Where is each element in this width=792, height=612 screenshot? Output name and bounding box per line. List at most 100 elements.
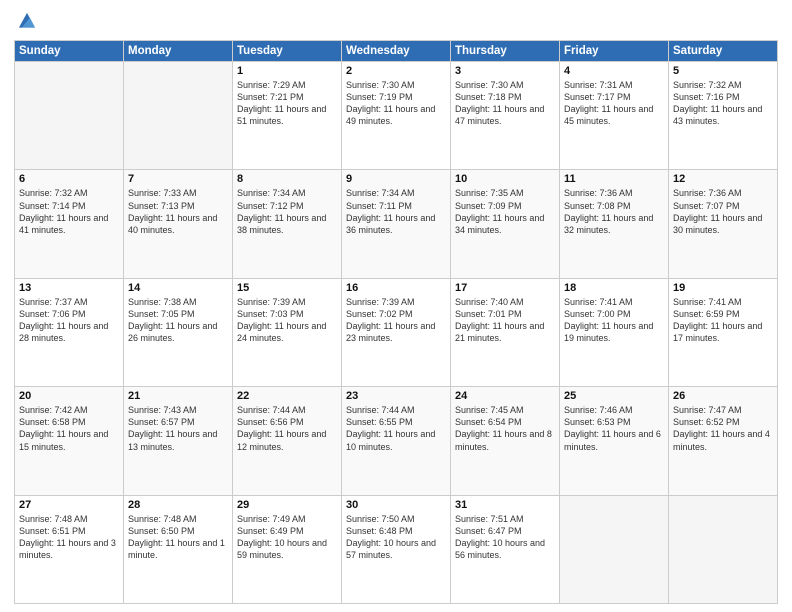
calendar-cell: 22 Sunrise: 7:44 AM Sunset: 6:56 PM Dayli… [233,387,342,495]
calendar-cell: 29 Sunrise: 7:49 AM Sunset: 6:49 PM Dayli… [233,495,342,603]
calendar-cell: 10 Sunrise: 7:35 AM Sunset: 7:09 PM Dayli… [451,170,560,278]
week-row-3: 13 Sunrise: 7:37 AM Sunset: 7:06 PM Dayli… [15,278,778,386]
day-number: 15 [237,282,337,294]
week-row-2: 6Sunrise: 7:32 AM Sunset: 7:14 PM Daylig… [15,170,778,278]
day-number: 22 [237,390,337,402]
day-info: Sunrise: 7:44 AM Sunset: 6:56 PM Dayligh… [237,404,337,453]
day-info: Sunrise: 7:32 AM Sunset: 7:14 PM Dayligh… [19,187,119,236]
weekday-header-tuesday: Tuesday [233,41,342,62]
calendar-cell: 26 Sunrise: 7:47 AM Sunset: 6:52 PM Dayli… [669,387,778,495]
calendar-cell: 20Sunrise: 7:42 AM Sunset: 6:58 PM Dayli… [15,387,124,495]
weekday-header-wednesday: Wednesday [342,41,451,62]
calendar-cell: 2Sunrise: 7:30 AM Sunset: 7:19 PM Daylig… [342,62,451,170]
calendar-cell: 19Sunrise: 7:41 AM Sunset: 6:59 PM Dayli… [669,278,778,386]
day-info: Sunrise: 7:29 AM Sunset: 7:21 PM Dayligh… [237,79,337,128]
calendar-cell: 8 Sunrise: 7:34 AM Sunset: 7:12 PM Daylig… [233,170,342,278]
day-number: 29 [237,499,337,511]
day-number: 16 [346,282,446,294]
day-info: Sunrise: 7:37 AM Sunset: 7:06 PM Dayligh… [19,296,119,345]
day-number: 30 [346,499,446,511]
day-info: Sunrise: 7:34 AM Sunset: 7:12 PM Dayligh… [237,187,337,236]
calendar-cell: 1Sunrise: 7:29 AM Sunset: 7:21 PM Daylig… [233,62,342,170]
day-info: Sunrise: 7:38 AM Sunset: 7:05 PM Dayligh… [128,296,228,345]
calendar-cell: 30 Sunrise: 7:50 AM Sunset: 6:48 PM Dayli… [342,495,451,603]
calendar-cell: 23Sunrise: 7:44 AM Sunset: 6:55 PM Dayli… [342,387,451,495]
week-row-5: 27 Sunrise: 7:48 AM Sunset: 6:51 PM Dayli… [15,495,778,603]
calendar-cell: 15 Sunrise: 7:39 AM Sunset: 7:03 PM Dayli… [233,278,342,386]
day-info: Sunrise: 7:36 AM Sunset: 7:07 PM Dayligh… [673,187,773,236]
day-info: Sunrise: 7:44 AM Sunset: 6:55 PM Dayligh… [346,404,446,453]
calendar-cell: 27 Sunrise: 7:48 AM Sunset: 6:51 PM Dayli… [15,495,124,603]
day-info: Sunrise: 7:49 AM Sunset: 6:49 PM Dayligh… [237,513,337,562]
calendar-cell: 24 Sunrise: 7:45 AM Sunset: 6:54 PM Dayli… [451,387,560,495]
calendar-cell: 31 Sunrise: 7:51 AM Sunset: 6:47 PM Dayli… [451,495,560,603]
day-number: 21 [128,390,228,402]
day-info: Sunrise: 7:48 AM Sunset: 6:50 PM Dayligh… [128,513,228,562]
weekday-header-thursday: Thursday [451,41,560,62]
day-number: 25 [564,390,664,402]
calendar-cell: 5 Sunrise: 7:32 AM Sunset: 7:16 PM Daylig… [669,62,778,170]
day-info: Sunrise: 7:41 AM Sunset: 6:59 PM Dayligh… [673,296,773,345]
calendar-cell: 18 Sunrise: 7:41 AM Sunset: 7:00 PM Dayli… [560,278,669,386]
day-number: 10 [455,173,555,185]
day-info: Sunrise: 7:35 AM Sunset: 7:09 PM Dayligh… [455,187,555,236]
day-number: 18 [564,282,664,294]
day-info: Sunrise: 7:30 AM Sunset: 7:18 PM Dayligh… [455,79,555,128]
calendar-body: 1Sunrise: 7:29 AM Sunset: 7:21 PM Daylig… [15,62,778,604]
day-number: 7 [128,173,228,185]
calendar-cell: 14Sunrise: 7:38 AM Sunset: 7:05 PM Dayli… [124,278,233,386]
calendar-cell: 12Sunrise: 7:36 AM Sunset: 7:07 PM Dayli… [669,170,778,278]
calendar-cell [15,62,124,170]
day-info: Sunrise: 7:48 AM Sunset: 6:51 PM Dayligh… [19,513,119,562]
weekday-header-friday: Friday [560,41,669,62]
calendar-cell: 11 Sunrise: 7:36 AM Sunset: 7:08 PM Dayli… [560,170,669,278]
logo-icon [16,10,38,32]
day-info: Sunrise: 7:40 AM Sunset: 7:01 PM Dayligh… [455,296,555,345]
day-info: Sunrise: 7:45 AM Sunset: 6:54 PM Dayligh… [455,404,555,453]
day-number: 8 [237,173,337,185]
day-info: Sunrise: 7:32 AM Sunset: 7:16 PM Dayligh… [673,79,773,128]
day-number: 5 [673,65,773,77]
day-number: 3 [455,65,555,77]
day-number: 11 [564,173,664,185]
calendar-cell: 21 Sunrise: 7:43 AM Sunset: 6:57 PM Dayli… [124,387,233,495]
day-number: 31 [455,499,555,511]
header [14,10,778,32]
day-number: 4 [564,65,664,77]
week-row-1: 1Sunrise: 7:29 AM Sunset: 7:21 PM Daylig… [15,62,778,170]
weekday-header-monday: Monday [124,41,233,62]
calendar-cell: 13 Sunrise: 7:37 AM Sunset: 7:06 PM Dayli… [15,278,124,386]
calendar-cell [560,495,669,603]
calendar-cell: 25 Sunrise: 7:46 AM Sunset: 6:53 PM Dayli… [560,387,669,495]
calendar-cell: 17 Sunrise: 7:40 AM Sunset: 7:01 PM Dayli… [451,278,560,386]
day-info: Sunrise: 7:46 AM Sunset: 6:53 PM Dayligh… [564,404,664,453]
day-info: Sunrise: 7:43 AM Sunset: 6:57 PM Dayligh… [128,404,228,453]
day-number: 24 [455,390,555,402]
calendar-cell: 4 Sunrise: 7:31 AM Sunset: 7:17 PM Daylig… [560,62,669,170]
day-number: 17 [455,282,555,294]
day-info: Sunrise: 7:51 AM Sunset: 6:47 PM Dayligh… [455,513,555,562]
day-info: Sunrise: 7:30 AM Sunset: 7:19 PM Dayligh… [346,79,446,128]
day-number: 9 [346,173,446,185]
day-info: Sunrise: 7:39 AM Sunset: 7:03 PM Dayligh… [237,296,337,345]
calendar-cell: 16 Sunrise: 7:39 AM Sunset: 7:02 PM Dayli… [342,278,451,386]
day-number: 28 [128,499,228,511]
calendar-table: SundayMondayTuesdayWednesdayThursdayFrid… [14,40,778,604]
calendar-cell [124,62,233,170]
day-info: Sunrise: 7:39 AM Sunset: 7:02 PM Dayligh… [346,296,446,345]
day-info: Sunrise: 7:41 AM Sunset: 7:00 PM Dayligh… [564,296,664,345]
day-info: Sunrise: 7:42 AM Sunset: 6:58 PM Dayligh… [19,404,119,453]
calendar-cell [669,495,778,603]
day-info: Sunrise: 7:47 AM Sunset: 6:52 PM Dayligh… [673,404,773,453]
week-row-4: 20Sunrise: 7:42 AM Sunset: 6:58 PM Dayli… [15,387,778,495]
calendar-cell: 28 Sunrise: 7:48 AM Sunset: 6:50 PM Dayli… [124,495,233,603]
day-number: 13 [19,282,119,294]
calendar-cell: 7Sunrise: 7:33 AM Sunset: 7:13 PM Daylig… [124,170,233,278]
day-info: Sunrise: 7:50 AM Sunset: 6:48 PM Dayligh… [346,513,446,562]
day-info: Sunrise: 7:31 AM Sunset: 7:17 PM Dayligh… [564,79,664,128]
day-info: Sunrise: 7:36 AM Sunset: 7:08 PM Dayligh… [564,187,664,236]
day-number: 26 [673,390,773,402]
weekday-header-saturday: Saturday [669,41,778,62]
day-number: 27 [19,499,119,511]
logo [14,10,38,32]
